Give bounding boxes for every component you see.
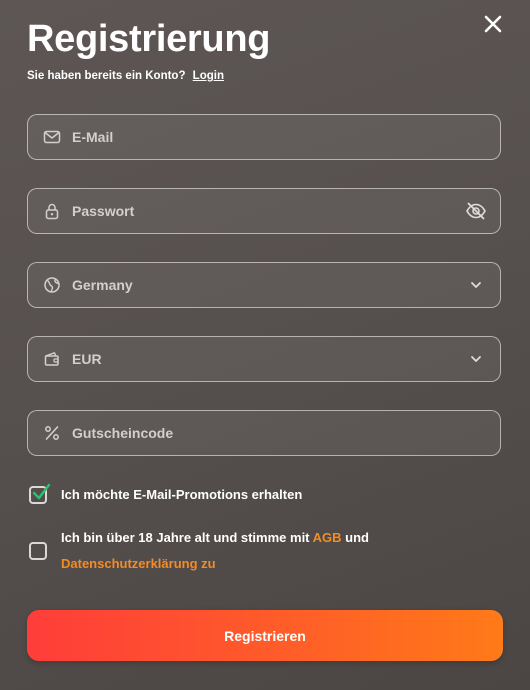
terms-text: Ich bin über 18 Jahre alt und stimme mit <box>61 530 310 545</box>
chevron-down-icon <box>471 356 481 362</box>
percent-icon <box>43 424 61 442</box>
country-select[interactable]: Germany <box>27 262 501 308</box>
currency-select[interactable]: EUR <box>27 336 501 382</box>
agb-link[interactable]: AGB <box>313 530 342 545</box>
mail-icon <box>43 128 61 146</box>
eye-off-icon <box>466 202 486 220</box>
login-prompt-row: Sie haben bereits ein Konto? Login <box>27 70 224 82</box>
globe-icon <box>43 276 61 294</box>
terms-checkbox[interactable] <box>29 542 47 560</box>
terms-checkbox-row: Ich bin über 18 Jahre alt und stimme mit… <box>29 525 369 577</box>
checkmark-icon <box>32 483 51 500</box>
chevron-down-icon <box>471 282 481 288</box>
promotions-label: Ich möchte E-Mail-Promotions erhalten <box>61 487 303 502</box>
wallet-icon <box>43 350 61 368</box>
page-title: Registrierung <box>27 18 271 60</box>
close-button[interactable] <box>481 12 505 36</box>
currency-dropdown-toggle[interactable] <box>465 348 487 370</box>
promotions-checkbox-row: Ich möchte E-Mail-Promotions erhalten <box>29 482 302 508</box>
password-field[interactable] <box>27 188 501 234</box>
country-dropdown-toggle[interactable] <box>465 274 487 296</box>
terms-label: Ich bin über 18 Jahre alt und stimme mit… <box>61 525 369 577</box>
promo-code-input[interactable] <box>72 425 500 441</box>
currency-value: EUR <box>72 351 102 367</box>
register-button[interactable]: Registrieren <box>27 610 503 661</box>
country-value: Germany <box>72 277 133 293</box>
login-link[interactable]: Login <box>193 70 224 82</box>
email-field[interactable] <box>27 114 501 160</box>
promo-code-field[interactable] <box>27 410 501 456</box>
password-visibility-toggle[interactable] <box>465 200 487 222</box>
promotions-checkbox[interactable] <box>29 483 51 504</box>
login-prompt-text: Sie haben bereits ein Konto? <box>27 70 186 82</box>
email-input[interactable] <box>72 129 500 145</box>
lock-icon <box>43 202 61 220</box>
close-icon <box>484 15 502 33</box>
password-input[interactable] <box>72 203 465 219</box>
privacy-link[interactable]: Datenschutzerklärung zu <box>61 556 216 571</box>
terms-and-text: und <box>345 530 369 545</box>
